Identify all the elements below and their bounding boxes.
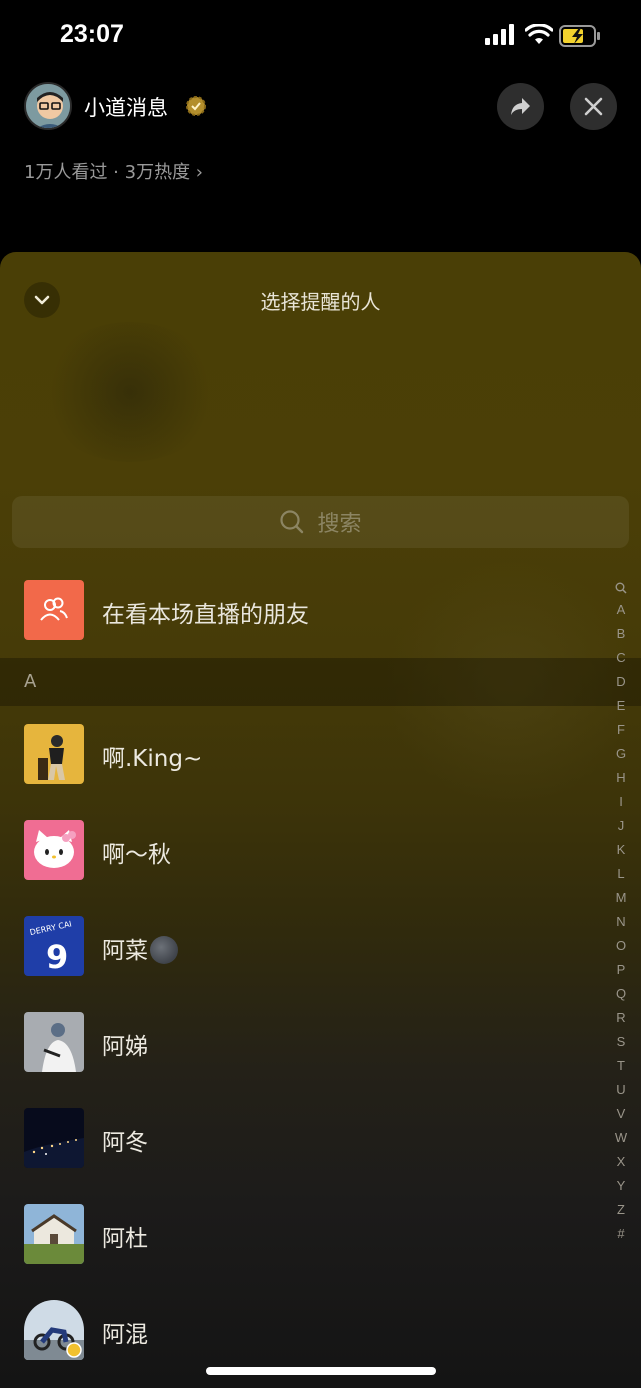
contact-item[interactable]: 阿冬: [0, 1106, 600, 1170]
close-button[interactable]: [570, 83, 617, 130]
sheet-title: 选择提醒的人: [260, 290, 381, 314]
friends-icon-tile: [24, 580, 84, 640]
contact-name: 阿菜: [102, 931, 178, 965]
share-button[interactable]: [497, 83, 544, 130]
contact-item[interactable]: 阿杜: [0, 1202, 600, 1266]
status-time: 23:07: [60, 20, 124, 48]
signal-icon: [485, 24, 514, 45]
mention-sheet: 选择提醒的人 搜索 在看本场直播的朋友 A 啊.King~ 啊～秋 DERRY …: [0, 252, 641, 1388]
close-icon: [584, 97, 603, 116]
alphabet-index[interactable]: A B C D E F G H I J K L M N O P Q R S T …: [605, 578, 637, 1250]
index-letter[interactable]: T: [605, 1058, 637, 1082]
index-letter[interactable]: H: [605, 770, 637, 794]
index-letter[interactable]: C: [605, 650, 637, 674]
contact-item[interactable]: 阿混: [0, 1298, 600, 1362]
index-letter[interactable]: #: [605, 1226, 637, 1250]
contact-name: 啊～秋: [102, 842, 171, 868]
contact-item[interactable]: 啊.King~: [0, 722, 600, 786]
index-letter[interactable]: Y: [605, 1178, 637, 1202]
person-photo-icon: [24, 724, 84, 784]
index-letter[interactable]: B: [605, 626, 637, 650]
index-letter[interactable]: F: [605, 722, 637, 746]
index-letter[interactable]: W: [605, 1130, 637, 1154]
contact-name: 阿混: [102, 1322, 148, 1348]
index-letter[interactable]: K: [605, 842, 637, 866]
person-photo-icon: [24, 1012, 84, 1072]
contact-avatar: [24, 820, 84, 880]
index-letter[interactable]: G: [605, 746, 637, 770]
contact-name: 啊.King~: [102, 746, 203, 772]
home-indicator[interactable]: [206, 1367, 436, 1375]
index-letter[interactable]: O: [605, 938, 637, 962]
index-letter[interactable]: Q: [605, 986, 637, 1010]
index-letter[interactable]: E: [605, 698, 637, 722]
motorcycle-photo-icon: [24, 1300, 84, 1360]
index-letter[interactable]: L: [605, 866, 637, 890]
contact-avatar: [24, 724, 84, 784]
contact-avatar: [24, 1204, 84, 1264]
contact-item[interactable]: 阿娣: [0, 1010, 600, 1074]
new-moon-face-icon: [150, 936, 178, 964]
search-icon: [280, 510, 304, 534]
index-letter[interactable]: U: [605, 1082, 637, 1106]
search-placeholder: 搜索: [317, 512, 362, 537]
index-letter[interactable]: Z: [605, 1202, 637, 1226]
index-letter[interactable]: P: [605, 962, 637, 986]
index-letter[interactable]: D: [605, 674, 637, 698]
battery-icon: [559, 25, 600, 47]
watching-friends-item[interactable]: 在看本场直播的朋友: [0, 578, 600, 642]
index-search-icon[interactable]: [605, 578, 637, 602]
group-people-icon: [40, 597, 68, 621]
watching-friends-label: 在看本场直播的朋友: [102, 602, 309, 628]
search-input[interactable]: 搜索: [12, 496, 629, 548]
host-avatar[interactable]: [24, 82, 72, 130]
contact-name-text: 阿菜: [102, 938, 148, 964]
index-letter[interactable]: N: [605, 914, 637, 938]
contact-name: 阿杜: [102, 1226, 148, 1252]
contact-name: 阿冬: [102, 1130, 148, 1156]
index-letter[interactable]: S: [605, 1034, 637, 1058]
verified-badge-icon: [186, 96, 206, 116]
night-city-icon: [24, 1108, 84, 1168]
index-letter[interactable]: V: [605, 1106, 637, 1130]
contact-item[interactable]: DERRY CAI 9 阿菜: [0, 914, 600, 978]
contact-item[interactable]: 啊～秋: [0, 818, 600, 882]
host-name[interactable]: 小道消息: [84, 92, 168, 122]
contact-avatar: DERRY CAI 9: [24, 916, 84, 976]
contact-name: 阿娣: [102, 1034, 148, 1060]
index-letter[interactable]: R: [605, 1010, 637, 1034]
avatar-illustration-icon: [26, 84, 70, 128]
contact-avatar: [24, 1300, 84, 1360]
index-letter[interactable]: A: [605, 602, 637, 626]
contact-avatar: [24, 1108, 84, 1168]
background-blur: [40, 322, 220, 462]
section-letter: A: [24, 671, 37, 692]
host-stats[interactable]: 1万人看过 · 3万热度 ›: [24, 158, 203, 184]
wifi-icon: [525, 24, 553, 44]
contact-avatar: [24, 1012, 84, 1072]
house-photo-icon: [24, 1204, 84, 1264]
share-arrow-icon: [511, 98, 530, 115]
index-letter[interactable]: M: [605, 890, 637, 914]
status-bar: 23:07: [0, 0, 641, 72]
index-letter[interactable]: I: [605, 794, 637, 818]
index-letter[interactable]: X: [605, 1154, 637, 1178]
jersey-avatar-icon: DERRY CAI 9: [24, 916, 84, 976]
svg-text:9: 9: [46, 938, 68, 976]
section-header-a: A: [0, 658, 641, 706]
index-letter[interactable]: J: [605, 818, 637, 842]
kitty-avatar-icon: [24, 820, 84, 880]
